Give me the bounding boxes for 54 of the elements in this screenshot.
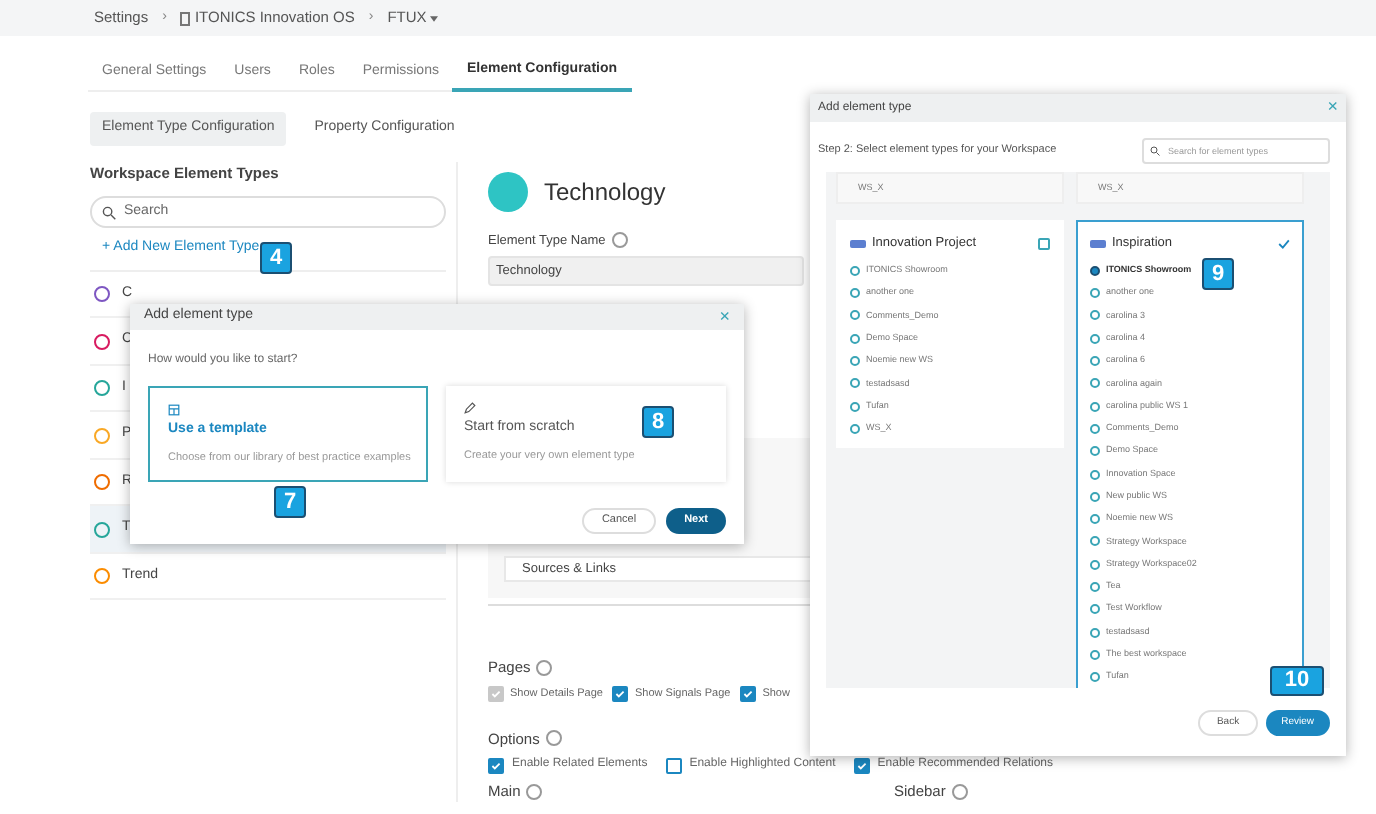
radio-button[interactable]	[1090, 672, 1100, 683]
radio-button[interactable]	[1090, 356, 1100, 367]
element-type-tag	[850, 239, 866, 248]
info-icon	[536, 659, 553, 676]
checkbox[interactable]	[1038, 237, 1050, 250]
checkbox[interactable]	[853, 757, 870, 773]
radio-button[interactable]	[850, 356, 860, 367]
checkbox[interactable]	[665, 757, 682, 773]
radio-button[interactable]	[1090, 333, 1100, 344]
step-number-badge: 8	[642, 406, 674, 438]
caret-icon	[430, 15, 439, 21]
step-number-badge: 9	[1202, 258, 1234, 290]
radio-button[interactable]	[1090, 536, 1100, 547]
radio-button[interactable]	[1090, 649, 1100, 660]
step-number-badge: 4	[260, 242, 292, 274]
radio-button[interactable]	[1090, 582, 1100, 593]
radio-button[interactable]	[850, 423, 860, 434]
radio-button[interactable]	[850, 310, 860, 321]
radio-button[interactable]	[1090, 627, 1100, 638]
radio-button[interactable]	[850, 333, 860, 344]
info-icon	[545, 730, 562, 747]
info-icon	[526, 783, 543, 800]
element-type-tag	[1090, 239, 1106, 248]
radio-button[interactable]	[1090, 559, 1100, 570]
checkbox[interactable]	[740, 685, 757, 702]
radio-button[interactable]	[1090, 401, 1100, 412]
info-icon	[951, 783, 968, 800]
radio-button[interactable]	[1090, 446, 1100, 457]
technology-icon	[488, 171, 528, 211]
radio-button[interactable]	[1090, 265, 1100, 276]
radio-button[interactable]	[1090, 491, 1100, 502]
radio-button[interactable]	[1090, 310, 1100, 321]
element-type-title: Technology	[544, 175, 666, 209]
document-icon	[180, 11, 191, 25]
radio-button[interactable]	[1090, 288, 1100, 299]
radio-button[interactable]	[850, 288, 860, 299]
radio-button[interactable]	[1090, 469, 1100, 480]
checkbox[interactable]	[612, 685, 629, 702]
pencil-icon	[464, 402, 476, 414]
radio-button[interactable]	[1090, 378, 1100, 389]
search-icon	[102, 205, 116, 220]
checkbox[interactable]	[488, 757, 504, 773]
radio-button[interactable]	[1090, 604, 1100, 615]
step-number-badge: 10	[1270, 666, 1324, 696]
search-icon	[1150, 146, 1160, 156]
step-number-badge: 7	[274, 486, 306, 518]
radio-button[interactable]	[850, 378, 860, 389]
info-icon	[611, 232, 628, 249]
radio-button[interactable]	[1090, 514, 1100, 525]
template-icon	[168, 404, 180, 416]
checkmark-icon	[1278, 237, 1290, 250]
radio-button[interactable]	[1090, 423, 1100, 434]
radio-button[interactable]	[850, 265, 860, 276]
radio-button[interactable]	[850, 401, 860, 412]
